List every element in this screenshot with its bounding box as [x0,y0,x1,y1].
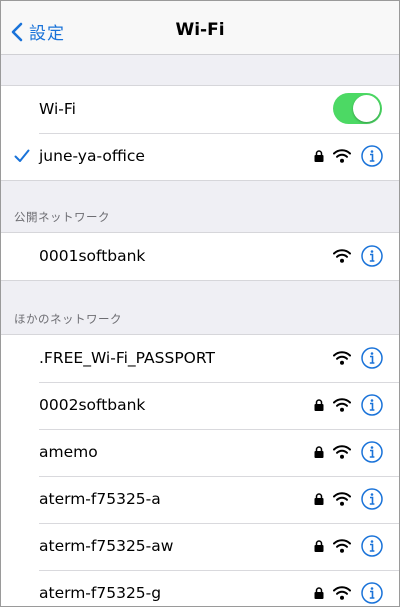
wifi-signal-icon [333,249,351,263]
network-name: 0001softbank [39,247,146,265]
wifi-signal-icon [333,398,351,412]
info-icon[interactable] [361,347,383,369]
wifi-group: Wi-Fi june-ya-office [1,85,399,181]
lock-icon [314,540,324,552]
network-row[interactable]: .FREE_Wi-Fi_PASSPORT [1,335,399,382]
wifi-signal-icon [333,586,351,600]
wifi-toggle-switch[interactable] [333,93,382,124]
network-name: .FREE_Wi-Fi_PASSPORT [39,349,215,367]
info-icon[interactable] [361,488,383,510]
other-networks-header: ほかのネットワーク [14,312,122,326]
network-row[interactable]: 0001softbank [1,233,399,280]
lock-icon [314,446,324,458]
lock-icon [314,399,324,411]
info-icon[interactable] [361,535,383,557]
info-icon[interactable] [361,441,383,463]
wifi-signal-icon [333,539,351,553]
info-icon[interactable] [361,582,383,604]
network-name: 0002softbank [39,396,146,414]
wifi-toggle-row: Wi-Fi [1,86,399,133]
info-icon[interactable] [361,245,383,267]
lock-icon [314,493,324,505]
public-networks-group: 0001softbank [1,232,399,281]
checkmark-icon [14,149,30,162]
lock-icon [314,150,324,162]
wifi-signal-icon [333,149,351,163]
public-networks-header: 公開ネットワーク [14,210,110,224]
connected-network-name: june-ya-office [39,147,145,165]
navigation-bar: 設定 Wi-Fi [1,1,399,55]
wifi-signal-icon [333,445,351,459]
other-networks-group: .FREE_Wi-Fi_PASSPORT 0002softbank amemo … [1,334,399,606]
connected-network-row[interactable]: june-ya-office [1,133,399,180]
network-name: aterm-f75325-a [39,490,161,508]
network-row[interactable]: 0002softbank [1,382,399,429]
network-name: amemo [39,443,98,461]
network-row[interactable]: amemo [1,429,399,476]
network-row[interactable]: aterm-f75325-aw [1,523,399,570]
wifi-toggle-label: Wi-Fi [39,100,76,118]
page-title: Wi-Fi [175,20,225,40]
toggle-knob [353,95,380,122]
info-icon[interactable] [361,394,383,416]
network-row[interactable]: aterm-f75325-g [1,570,399,606]
network-name: aterm-f75325-aw [39,537,174,555]
info-icon[interactable] [361,145,383,167]
screen: 設定 Wi-Fi Wi-Fi june-ya-office 公開ネットワーク 0… [0,0,400,607]
wifi-signal-icon [333,351,351,365]
lock-icon [314,587,324,599]
network-row[interactable]: aterm-f75325-a [1,476,399,523]
wifi-signal-icon [333,492,351,506]
network-name: aterm-f75325-g [39,584,162,602]
